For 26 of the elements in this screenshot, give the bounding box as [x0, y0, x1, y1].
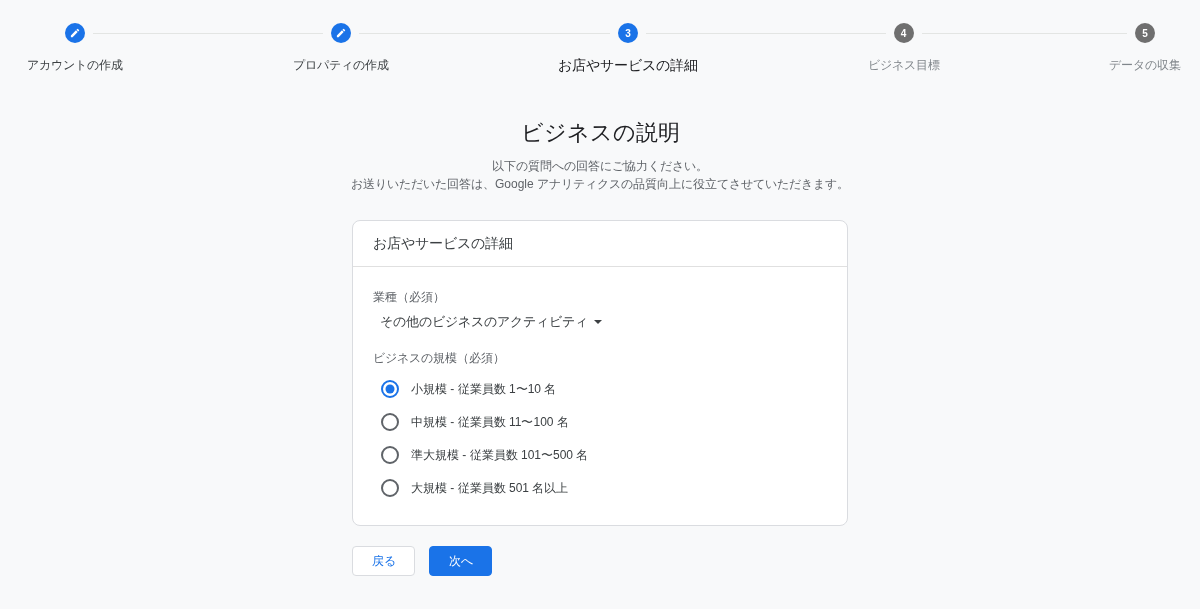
field-label: ビジネスの規模（必須） — [373, 351, 505, 366]
radio-label: 準大規模 - 従業員数 101〜500 名 — [411, 446, 589, 464]
radio-label: 中規模 - 従業員数 11〜100 名 — [411, 413, 569, 431]
description-text: 以下の質問への回答にご協力ください。 — [492, 158, 708, 175]
radio-label: 大規模 - 従業員数 501 名以上 — [411, 479, 569, 497]
field-label: 業種（必須） — [373, 290, 445, 305]
back-button[interactable]: 戻る — [352, 546, 415, 576]
radio-button[interactable] — [381, 478, 399, 497]
step-label: データの収集 — [1109, 57, 1181, 74]
radio-label: 小規模 - 従業員数 1〜10 名 — [411, 380, 557, 398]
step-label: アカウントの作成 — [27, 57, 123, 74]
step-number: 3 — [618, 23, 638, 43]
next-button[interactable]: 次へ — [429, 546, 492, 576]
step-label: プロパティの作成 — [292, 57, 389, 74]
page-title: ビジネスの説明 — [520, 119, 680, 147]
caret-icon — [594, 320, 602, 324]
step-label: お店やサービスの詳細 — [558, 56, 698, 74]
radio-button[interactable] — [381, 412, 399, 431]
card-title: お店やサービスの詳細 — [373, 234, 513, 253]
step-number: 4 — [893, 23, 914, 43]
step-number: 5 — [1135, 23, 1155, 43]
radio-button[interactable] — [381, 379, 399, 398]
industry-dropdown[interactable]: その他のビジネスのアクティビティ — [380, 313, 602, 331]
description-text: お送りいただいた回答は、Google アナリティクスの品質向上に役立てさせていただきます。 — [351, 176, 849, 193]
step-label: ビジネス目標 — [867, 57, 940, 74]
radio-button[interactable] — [381, 445, 399, 464]
